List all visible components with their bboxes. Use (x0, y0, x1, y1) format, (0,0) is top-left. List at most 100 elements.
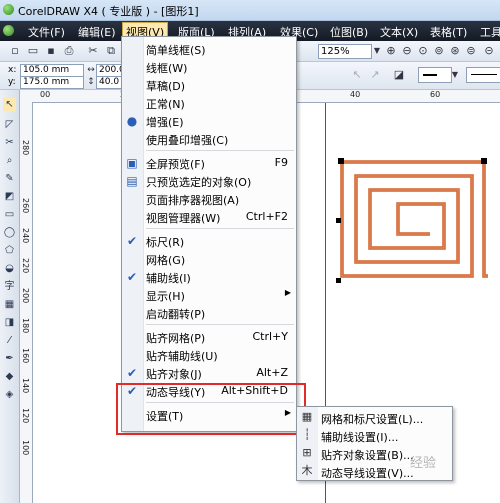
wrap-text-icon[interactable]: ◪ (392, 68, 406, 82)
zoom-in-icon[interactable]: ⊕ (384, 44, 398, 58)
title-bar: CorelDRAW X4 ( 专业版 ) - [图形1] (0, 0, 500, 21)
zoom-tool-icon[interactable]: ⌕ (3, 154, 16, 167)
view-menu-item-5[interactable]: 使用叠印增强(C) (122, 130, 296, 148)
pick-tool-icon[interactable]: ↖ (3, 98, 16, 111)
submenu-item-grid-ruler-settings[interactable]: ▦ 网格和标尺设置(L)... (297, 409, 452, 426)
ruler-label: 100 (21, 440, 30, 456)
outline-dropdown-icon[interactable]: ▼ (448, 68, 462, 82)
zoom-out-icon[interactable]: ⊖ (400, 44, 414, 58)
print-icon[interactable]: ⎙ (62, 44, 76, 58)
zoom-dropdown-icon[interactable]: ▼ (370, 44, 384, 58)
menu-item-label: 正常(N) (146, 98, 185, 111)
ruler-label: 260 (21, 198, 30, 214)
save-icon[interactable]: ▪ (44, 44, 58, 58)
dynamic-guide-icon: 木 (301, 464, 313, 477)
view-menu-item-13[interactable]: 网格(G) (122, 250, 296, 268)
zoom-all-icon[interactable]: ⊚ (432, 44, 446, 58)
watermark: 经验 (410, 456, 437, 471)
open-folder-icon[interactable]: ▭ (26, 44, 40, 58)
submenu-item-label: 动态导线设置(V)... (321, 467, 414, 480)
view-menu-item-7[interactable]: ▣ 全屏预览(F) F9 (122, 154, 296, 172)
menu-table[interactable]: 表格(T) (430, 24, 467, 40)
outline-style-select[interactable] (418, 67, 452, 83)
height-field[interactable]: 40.0 m (96, 76, 131, 89)
y-label: y: (8, 77, 16, 87)
view-menu-item-19[interactable]: 贴齐辅助线(U) (122, 346, 296, 364)
menu-item-label: 全屏预览(F) (146, 158, 205, 171)
menu-item-label: 简单线框(S) (146, 44, 206, 57)
selection-handle[interactable] (481, 158, 487, 164)
view-menu-item-20[interactable]: ✔ 贴齐对象(J) Alt+Z (122, 364, 296, 382)
view-menu-item-8[interactable]: ▤ 只预览选定的对象(O) (122, 172, 296, 190)
view-menu-item-10[interactable]: 视图管理器(W) Ctrl+F2 (122, 208, 296, 226)
selection-handle[interactable] (336, 278, 341, 283)
view-menu-item-1[interactable]: 线框(W) (122, 58, 296, 76)
ruler-label: 280 (21, 140, 30, 156)
spiral-drawing[interactable] (326, 150, 500, 290)
selection-handle[interactable] (338, 158, 344, 164)
view-menu-item-15[interactable]: 显示(H) ▶ (122, 286, 296, 304)
rectangle-tool-icon[interactable]: ▭ (3, 208, 16, 221)
annotation-highlight-box (116, 383, 306, 435)
menu-file[interactable]: 文件(F) (28, 24, 65, 40)
menu-separator (146, 324, 294, 325)
menu-text[interactable]: 文本(X) (380, 24, 418, 40)
zoom-level-select[interactable]: 125% (318, 44, 372, 59)
view-menu-item-2[interactable]: 草稿(D) (122, 76, 296, 94)
ruler-label: 240 (21, 228, 30, 244)
vertical-ruler[interactable]: 280 260 240 220 200 180 160 140 120 100 (20, 102, 33, 503)
ellipse-tool-icon[interactable]: ◯ (3, 226, 16, 239)
outline-tool-icon[interactable]: ✒ (3, 352, 16, 365)
mirror-vertical-icon[interactable]: ↗ (368, 68, 382, 82)
menu-edit[interactable]: 编辑(E) (78, 24, 116, 40)
view-menu-item-16[interactable]: 启动翻转(P) (122, 304, 296, 322)
menu-item-shortcut: F9 (274, 156, 288, 169)
menu-bitmaps[interactable]: 位图(B) (330, 24, 368, 40)
table-tool-icon[interactable]: ▦ (3, 298, 16, 311)
view-menu-item-4[interactable]: ● 增强(E) (122, 112, 296, 130)
view-menu-item-14[interactable]: ✔ 辅助线(I) (122, 268, 296, 286)
smart-fill-icon[interactable]: ◩ (3, 190, 16, 203)
menu-tools[interactable]: 工具 (480, 24, 500, 40)
preview-selected-icon: ▤ (126, 174, 138, 188)
copy-icon[interactable]: ⧉ (104, 44, 118, 58)
ruler-label: 40 (350, 90, 361, 99)
interactive-fill-icon[interactable]: ◈ (3, 388, 16, 401)
view-menu-item-3[interactable]: 正常(N) (122, 94, 296, 112)
app-menu-icon[interactable] (3, 25, 14, 36)
menu-item-label: 贴齐对象(J) (146, 368, 202, 381)
cut-icon[interactable]: ✂ (86, 44, 100, 58)
submenu-item-guideline-settings[interactable]: ┆ 辅助线设置(I)... (297, 427, 452, 444)
view-menu-item-18[interactable]: 贴齐网格(P) Ctrl+Y (122, 328, 296, 346)
new-document-icon[interactable]: ▫ (8, 44, 22, 58)
menu-item-label: 页面排序器视图(A) (146, 194, 240, 207)
zoom-width-icon[interactable]: ⊜ (464, 44, 478, 58)
text-tool-icon[interactable]: 字 (3, 280, 16, 293)
enhanced-icon: ● (126, 114, 138, 128)
view-menu-item-9[interactable]: 页面排序器视图(A) (122, 190, 296, 208)
submenu-item-label: 网格和标尺设置(L)... (321, 413, 424, 426)
view-menu-item-12[interactable]: ✔ 标尺(R) (122, 232, 296, 250)
y-position-field[interactable]: 175.0 mm (20, 76, 84, 89)
eyedropper-tool-icon[interactable]: ⁄ (3, 334, 16, 347)
mirror-icon[interactable]: ↖ (350, 68, 364, 82)
zoom-height-icon[interactable]: ⊝ (482, 44, 496, 58)
basic-shapes-icon[interactable]: ◒ (3, 262, 16, 275)
submenu-arrow-icon: ▶ (284, 288, 291, 297)
polygon-tool-icon[interactable]: ⬠ (3, 244, 16, 257)
menu-item-label: 辅助线(I) (146, 272, 191, 285)
selection-handle[interactable] (336, 218, 341, 223)
view-menu-item-0[interactable]: 简单线框(S) (122, 40, 296, 58)
zoom-selected-icon[interactable]: ⊙ (416, 44, 430, 58)
x-label: x: (8, 65, 17, 75)
interactive-tool-icon[interactable]: ◨ (3, 316, 16, 329)
snap-object-icon: ⊞ (302, 446, 312, 459)
shape-tool-icon[interactable]: ◸ (3, 118, 16, 131)
outline-width-select[interactable] (466, 67, 500, 83)
fill-tool-icon[interactable]: ◆ (3, 370, 16, 383)
menu-separator (146, 228, 294, 229)
ruler-label: 180 (21, 318, 30, 334)
zoom-page-icon[interactable]: ⊛ (448, 44, 462, 58)
freehand-tool-icon[interactable]: ✎ (3, 172, 16, 185)
crop-tool-icon[interactable]: ✂ (3, 136, 16, 149)
